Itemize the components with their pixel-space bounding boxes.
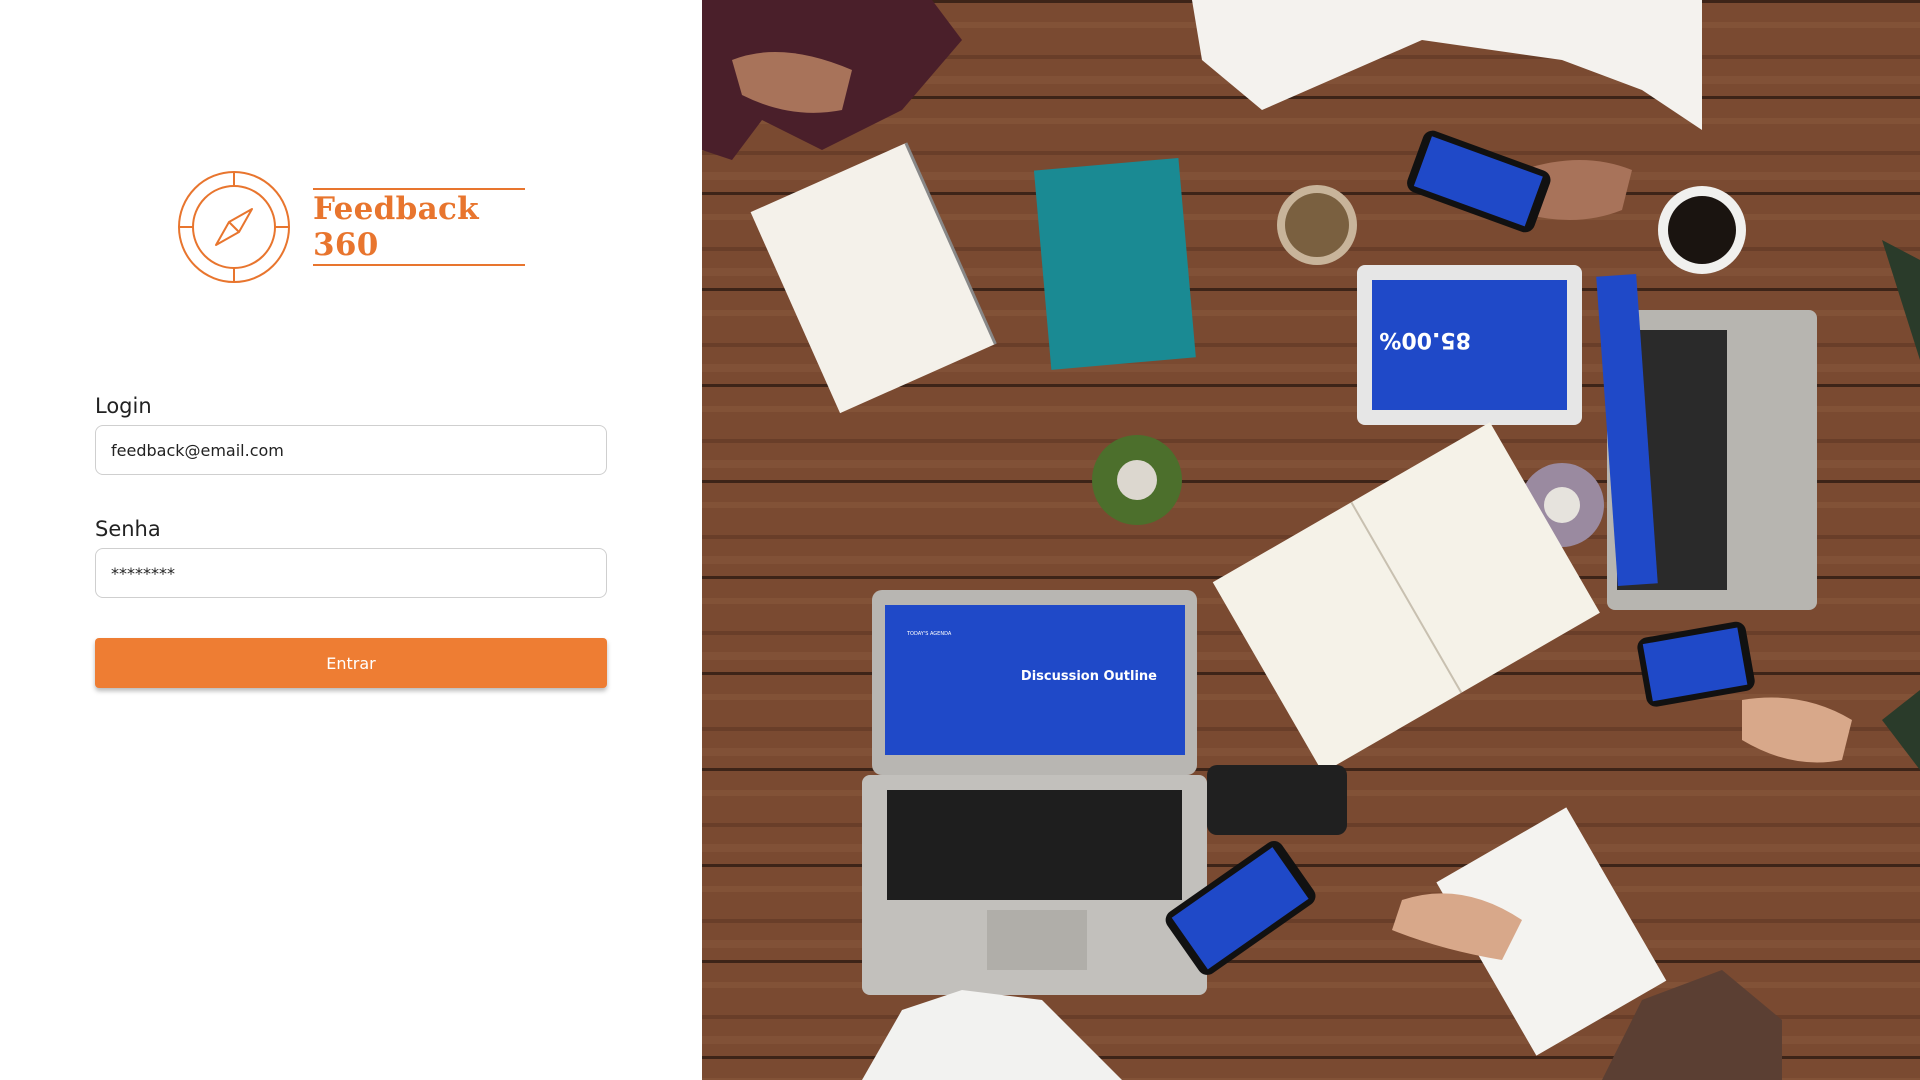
password-input[interactable] (95, 548, 607, 598)
brand-name: Feedback 360 (313, 191, 479, 263)
password-label: Senha (95, 517, 161, 541)
svg-text:85.00%: 85.00% (1379, 327, 1471, 352)
brand-logo: Feedback 360 (175, 168, 527, 286)
login-label: Login (95, 394, 152, 418)
team-meeting-photo: 85.00% Discussion Outline TODAY'S AGENDA (702, 0, 1920, 1080)
hero-photo: 85.00% Discussion Outline TODAY'S AGENDA (702, 0, 1920, 1080)
svg-text:Discussion Outline: Discussion Outline (1021, 669, 1157, 684)
svg-text:TODAY'S AGENDA: TODAY'S AGENDA (906, 631, 952, 637)
login-button[interactable]: Entrar (95, 638, 607, 688)
login-panel: Feedback 360 Login Senha Entrar (0, 0, 702, 1080)
compass-icon (178, 171, 290, 283)
brand-wordmark: Feedback 360 (313, 188, 525, 266)
login-input[interactable] (95, 425, 607, 475)
